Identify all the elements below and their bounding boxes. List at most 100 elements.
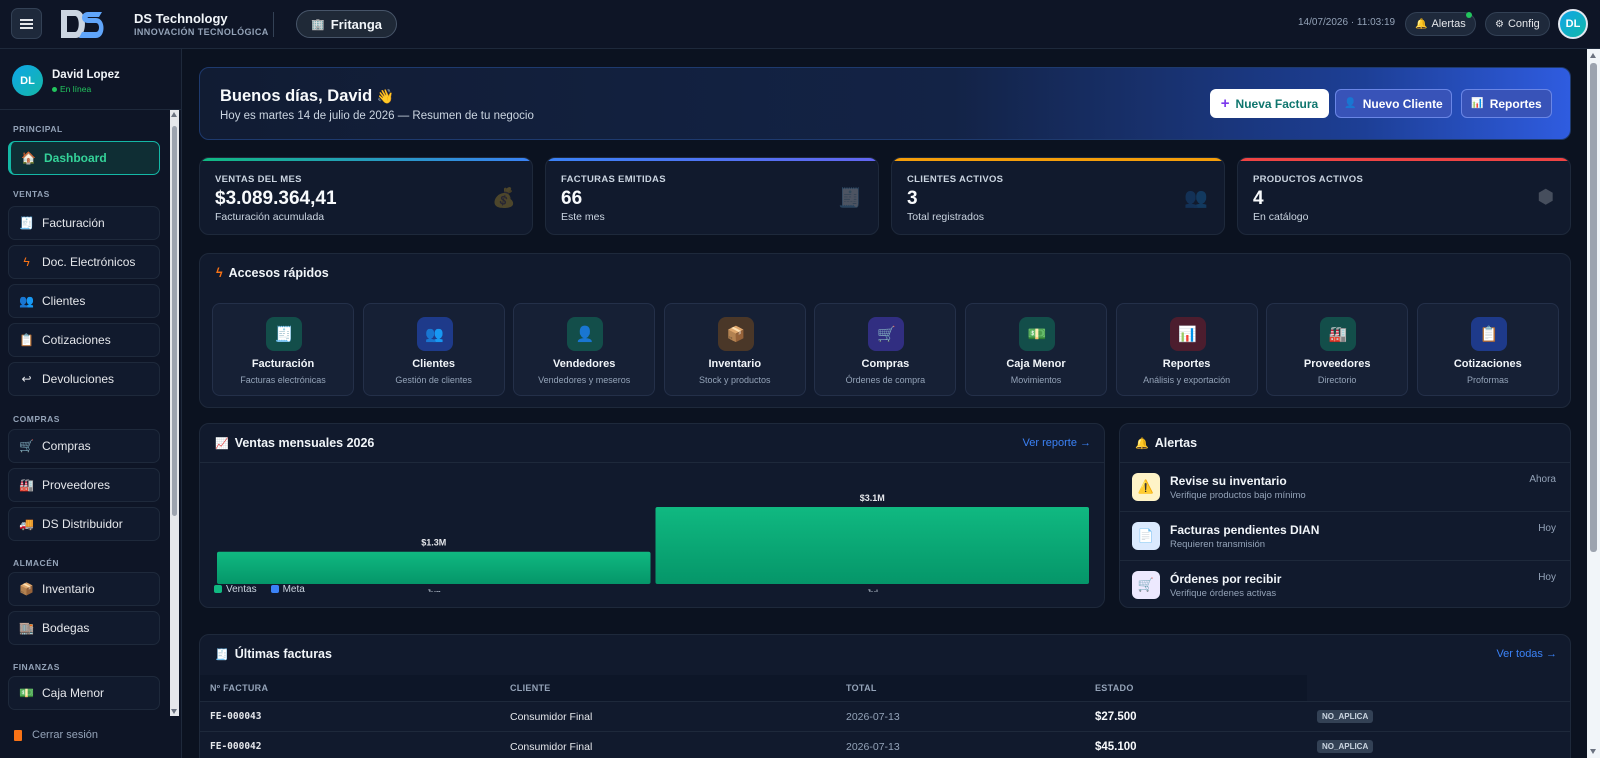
stat-accent-bar [892, 158, 1224, 161]
invoice-icon: 🧾 [19, 216, 34, 230]
scroll-down-icon[interactable] [171, 709, 177, 714]
quick-access-tile-caja-menor[interactable]: 💵 Caja Menor Movimientos [965, 303, 1107, 396]
lightning-icon: ϟ [216, 266, 223, 280]
alert-item[interactable]: 🛒 Órdenes por recibir Verifique órdenes … [1120, 560, 1570, 607]
quick-access-tile-clientes[interactable]: 👥 Clientes Gestión de clientes [362, 303, 505, 396]
tile-title: Proveedores [1303, 358, 1371, 370]
user-status: En línea [52, 84, 91, 94]
legend-item-ventas: Ventas [214, 584, 257, 595]
logout-button[interactable]: Cerrar sesión [14, 729, 98, 741]
quick-access-tile-cotizaciones[interactable]: 📋 Cotizaciones Proformas [1416, 303, 1559, 396]
quick-access-tile-inventario[interactable]: 📦 Inventario Stock y productos [663, 303, 806, 396]
cash-icon: 💵 [19, 686, 34, 700]
alert-item[interactable]: 📄 Facturas pendientes DIAN Requieren tra… [1120, 511, 1570, 560]
table-row[interactable]: FE-000042 Consumidor Final 2026-07-13 $4… [200, 731, 1570, 758]
bar-jul [655, 507, 1089, 584]
section-almacen: ALMACÉN [13, 558, 59, 568]
stat-value: 3 [907, 188, 918, 209]
quick-access-title: ϟ Accesos rápidos [216, 266, 329, 280]
alert-title: Órdenes por recibir [1170, 572, 1282, 586]
sidebar-item-proveedores[interactable]: 🏭 Proveedores [8, 468, 160, 502]
brand-tagline: INNOVACIÓN TECNOLÓGICA [134, 27, 269, 37]
sidebar-scroll-thumb[interactable] [172, 126, 177, 516]
view-report-link[interactable]: Ver reporte → [1023, 437, 1091, 449]
sidebar-item-caja-menor[interactable]: 💵 Caja Menor [8, 676, 160, 710]
ds-logo [61, 10, 104, 38]
cart-icon: 🛒 [19, 439, 34, 453]
sidebar-scrollbar[interactable] [170, 110, 179, 716]
bar-jun [217, 551, 651, 584]
quick-access-tile-reportes[interactable]: 📊 Reportes Análisis y exportación [1115, 303, 1258, 396]
greeting-text: Buenos días, David [220, 87, 373, 105]
tile-description: Gestión de clientes [395, 375, 472, 385]
scroll-up-icon[interactable] [1590, 53, 1596, 58]
bar-chart-icon: 📊 [1471, 98, 1484, 109]
config-button[interactable]: ⚙ Config [1485, 12, 1550, 36]
invoice-total: $45.100 [1095, 741, 1137, 753]
door-icon [14, 729, 22, 741]
sidebar-item-cotizaciones[interactable]: 📋 Cotizaciones [8, 323, 160, 357]
user-icon: 👤 [567, 317, 604, 351]
tile-title: Inventario [708, 358, 762, 370]
stat-label: VENTAS DEL MES [215, 174, 302, 185]
alerts-title: 🔔 Alertas [1135, 436, 1197, 450]
current-datetime: 14/07/2026 · 11:03:19 [1298, 17, 1396, 28]
latest-invoices-card: 🧾 Últimas facturas Ver todas → Nº FACTUR… [199, 634, 1571, 758]
quick-access-tile-compras[interactable]: 🛒 Compras Órdenes de compra [814, 303, 957, 396]
menu-toggle-button[interactable] [11, 8, 42, 39]
alert-subtitle: Verifique productos bajo mínimo [1170, 490, 1306, 501]
sidebar-item-bodegas[interactable]: 🏬 Bodegas [8, 611, 160, 645]
gear-icon: ⚙ [1495, 18, 1504, 30]
sidebar-item-compras[interactable]: 🛒 Compras [8, 429, 160, 463]
stat-accent-bar [546, 158, 878, 161]
notification-dot [1465, 12, 1472, 18]
stat-value: 66 [561, 188, 583, 209]
reports-button[interactable]: 📊 Reportes [1461, 89, 1552, 118]
stat-label: PRODUCTOS ACTIVOS [1253, 174, 1364, 185]
sidebar-item-doc-electronicos[interactable]: ϟ Doc. Electrónicos [8, 245, 160, 279]
document-icon: 📄 [1132, 522, 1160, 550]
main-scroll-thumb[interactable] [1590, 63, 1597, 552]
box-icon: 📦 [717, 317, 754, 351]
sidebar-item-ds-distribuidor[interactable]: 🚚 DS Distribuidor [8, 507, 160, 541]
store-selector-button[interactable]: 🏢 Fritanga [296, 10, 397, 38]
stat-subtitle: Este mes [561, 211, 605, 223]
sidebar-item-label: Clientes [42, 294, 86, 308]
users-icon: 👥 [19, 294, 34, 308]
main-scrollbar[interactable] [1587, 49, 1600, 758]
sidebar-item-dashboard[interactable]: 🏠 Dashboard [8, 141, 160, 175]
cash-icon: 💵 [1019, 317, 1055, 351]
stat-card-facturas: FACTURAS EMITIDAS 66 Este mes 🧾 [545, 157, 879, 235]
monthly-sales-chart: $1.3M Jun $3.1M Jul [217, 493, 1089, 592]
sidebar-item-facturacion[interactable]: 🧾 Facturación [8, 206, 160, 240]
x-tick-label: Jul [866, 588, 878, 592]
sidebar-item-inventario[interactable]: 📦 Inventario [8, 572, 160, 606]
quick-access-title-text: Accesos rápidos [228, 266, 329, 280]
config-button-label: Config [1507, 18, 1540, 30]
building-icon: 🏢 [311, 18, 325, 31]
quick-access-tile-proveedores[interactable]: 🏭 Proveedores Directorio [1266, 303, 1409, 396]
quick-access-tile-facturación[interactable]: 🧾 Facturación Facturas electrónicas [212, 303, 354, 396]
reports-label: Reportes [1489, 96, 1542, 111]
table-row[interactable]: FE-000043 Consumidor Final 2026-07-13 $2… [200, 701, 1570, 731]
invoice-client: Consumidor Final [510, 711, 593, 723]
tile-title: Clientes [412, 358, 455, 370]
alert-title: Facturas pendientes DIAN [1170, 523, 1320, 537]
alerts-title-text: Alertas [1154, 436, 1198, 450]
user-avatar-button[interactable]: DL [1558, 9, 1588, 39]
column-header-total: TOTAL [846, 683, 877, 693]
scroll-down-icon[interactable] [1590, 749, 1596, 754]
alerts-button[interactable]: 🔔 Alertas [1405, 12, 1476, 36]
stat-value: $3.089.364,41 [215, 188, 337, 209]
sidebar-item-label: Dashboard [44, 151, 107, 165]
new-client-button[interactable]: 👤 Nuevo Cliente [1335, 89, 1452, 118]
alert-item[interactable]: ⚠️ Revise su inventario Verifique produc… [1120, 462, 1570, 511]
view-all-invoices-link[interactable]: Ver todas → [1496, 648, 1557, 660]
tile-title: Cotizaciones [1453, 358, 1522, 370]
sidebar-item-clientes[interactable]: 👥 Clientes [8, 284, 160, 318]
new-invoice-button[interactable]: + Nueva Factura [1210, 89, 1329, 118]
scroll-up-icon[interactable] [171, 112, 177, 117]
bar-value-label: $3.1M [860, 493, 885, 503]
quick-access-tile-vendedores[interactable]: 👤 Vendedores Vendedores y meseros [513, 303, 656, 396]
sidebar-item-devoluciones[interactable]: ↩ Devoluciones [8, 362, 160, 396]
